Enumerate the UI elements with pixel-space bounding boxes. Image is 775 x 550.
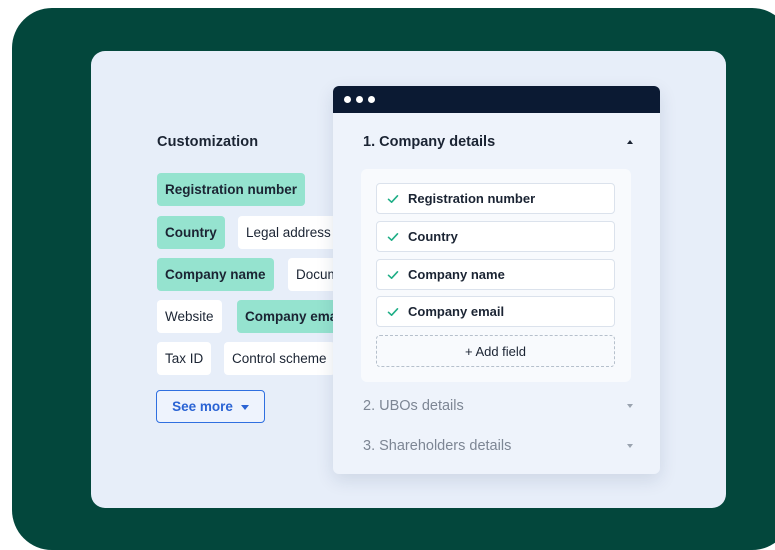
window-titlebar: [333, 86, 660, 113]
field-company-name[interactable]: Company name: [376, 259, 615, 290]
field-registration-number[interactable]: Registration number: [376, 183, 615, 214]
section-title: 2. UBOs details: [363, 398, 464, 414]
field-chips-area: Registration number Country Legal addres…: [150, 166, 334, 386]
chip-tax-id[interactable]: Tax ID: [157, 342, 212, 375]
section-company-details[interactable]: 1. Company details: [363, 134, 633, 150]
section-shareholders-details[interactable]: 3. Shareholders details: [363, 438, 633, 454]
chip-legal-address[interactable]: Legal address: [238, 216, 334, 249]
field-label: Company name: [408, 267, 505, 282]
chip-company-email[interactable]: Company email: [237, 300, 334, 333]
section-ubos-details[interactable]: 2. UBOs details: [363, 398, 633, 414]
company-fields-card: Registration number Country Company name…: [361, 169, 631, 382]
chevron-down-icon: [627, 444, 633, 448]
field-label: Country: [408, 229, 458, 244]
check-icon: [387, 231, 399, 243]
chip-company-name[interactable]: Company name: [157, 258, 274, 291]
check-icon: [387, 269, 399, 281]
check-icon: [387, 306, 399, 318]
section-title: 3. Shareholders details: [363, 438, 512, 454]
add-field-button[interactable]: + Add field: [376, 335, 615, 367]
chevron-down-icon: [240, 404, 249, 410]
check-icon: [387, 193, 399, 205]
field-company-email[interactable]: Company email: [376, 296, 615, 327]
chevron-up-icon: [627, 140, 633, 144]
chip-documents[interactable]: Documents: [288, 258, 334, 291]
form-window: 1. Company details Registration number C…: [333, 86, 660, 474]
customization-title: Customization: [157, 134, 259, 150]
field-country[interactable]: Country: [376, 221, 615, 252]
chevron-down-icon: [627, 404, 633, 408]
field-label: Company email: [408, 304, 505, 319]
section-title: 1. Company details: [363, 134, 496, 150]
window-dot-icon: [344, 96, 351, 103]
chip-registration-number[interactable]: Registration number: [157, 173, 306, 206]
field-label: Registration number: [408, 191, 536, 206]
chip-control-scheme[interactable]: Control scheme: [224, 342, 334, 375]
see-more-button[interactable]: See more: [156, 390, 265, 423]
window-dot-icon: [368, 96, 375, 103]
chip-website[interactable]: Website: [157, 300, 222, 333]
see-more-label: See more: [172, 399, 233, 414]
window-dot-icon: [356, 96, 363, 103]
chip-country[interactable]: Country: [157, 216, 225, 249]
